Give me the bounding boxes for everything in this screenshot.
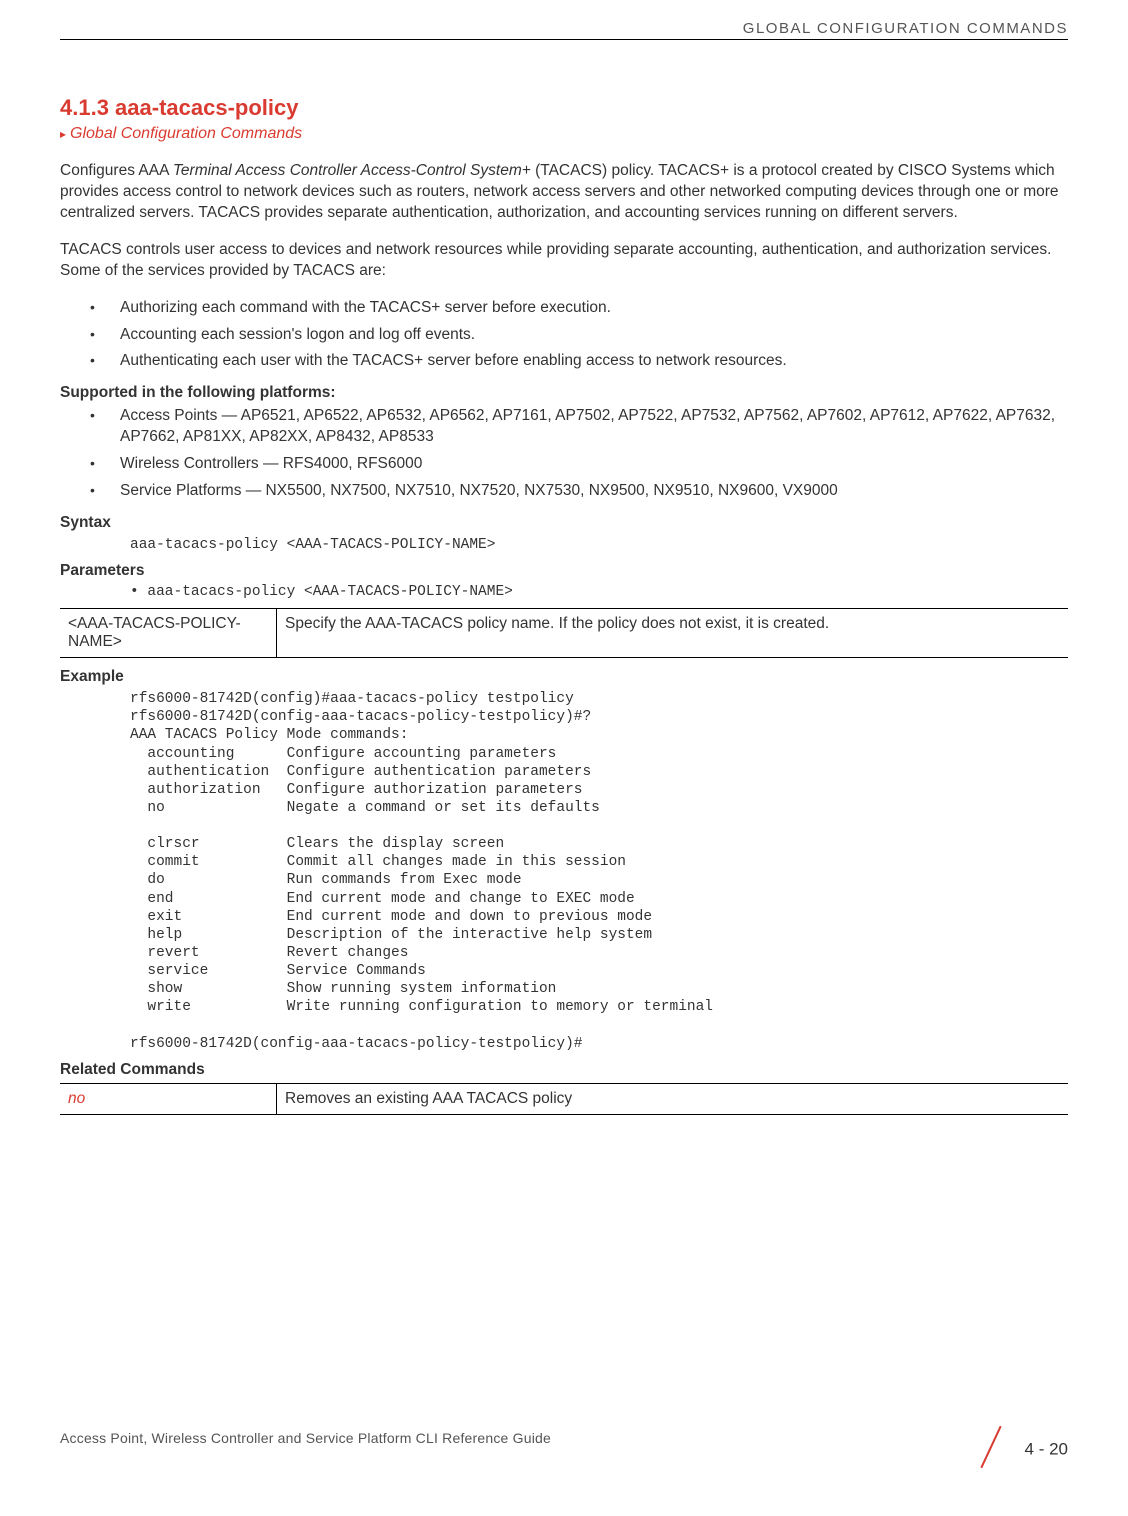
- footer-guide-title: Access Point, Wireless Controller and Se…: [60, 1430, 551, 1446]
- breadcrumb[interactable]: Global Configuration Commands: [60, 125, 1068, 143]
- syntax-head: Syntax: [60, 514, 1068, 532]
- page-footer: 4 - 20 Access Point, Wireless Controller…: [60, 1430, 1068, 1470]
- param-desc-cell: Specify the AAA-TACACS policy name. If t…: [277, 609, 1069, 658]
- slash-icon: [970, 1430, 1020, 1470]
- supported-platforms-head: Supported in the following platforms:: [60, 384, 1068, 402]
- parameters-head: Parameters: [60, 562, 1068, 580]
- parameters-table: <AAA-TACACS-POLICY-NAME> Specify the AAA…: [60, 608, 1068, 658]
- services-list: Authorizing each command with the TACACS…: [60, 298, 1068, 373]
- example-code: rfs6000-81742D(config)#aaa-tacacs-policy…: [130, 690, 1068, 1053]
- related-commands-table: no Removes an existing AAA TACACS policy: [60, 1083, 1068, 1115]
- example-head: Example: [60, 668, 1068, 686]
- platform-item: Access Points — AP6521, AP6522, AP6532, …: [90, 406, 1068, 448]
- syntax-code: aaa-tacacs-policy <AAA-TACACS-POLICY-NAM…: [130, 536, 1068, 554]
- paragraph-services-intro: TACACS controls user access to devices a…: [60, 240, 1068, 282]
- page-header: GLOBAL CONFIGURATION COMMANDS: [60, 20, 1068, 40]
- table-row: no Removes an existing AAA TACACS policy: [60, 1083, 1068, 1114]
- parameters-bullet: • aaa-tacacs-policy <AAA-TACACS-POLICY-N…: [130, 584, 1068, 600]
- related-desc-cell: Removes an existing AAA TACACS policy: [277, 1083, 1069, 1114]
- platform-item: Wireless Controllers — RFS4000, RFS6000: [90, 454, 1068, 475]
- para1-a: Configures AAA: [60, 162, 173, 179]
- services-item: Authorizing each command with the TACACS…: [90, 298, 1068, 319]
- services-item: Authenticating each user with the TACACS…: [90, 351, 1068, 372]
- services-item: Accounting each session's logon and log …: [90, 325, 1068, 346]
- table-row: <AAA-TACACS-POLICY-NAME> Specify the AAA…: [60, 609, 1068, 658]
- supported-platforms-list: Access Points — AP6521, AP6522, AP6532, …: [60, 406, 1068, 502]
- para1-em: Terminal Access Controller Access-Contro…: [173, 162, 531, 179]
- footer-page-number: 4 - 20: [970, 1430, 1068, 1470]
- section-title: 4.1.3 aaa-tacacs-policy: [60, 95, 1068, 121]
- platform-item: Service Platforms — NX5500, NX7500, NX75…: [90, 481, 1068, 502]
- param-name-cell: <AAA-TACACS-POLICY-NAME>: [60, 609, 277, 658]
- page-number-text: 4 - 20: [1025, 1439, 1068, 1458]
- related-cmd-cell[interactable]: no: [60, 1083, 277, 1114]
- paragraph-intro: Configures AAA Terminal Access Controlle…: [60, 161, 1068, 224]
- related-commands-head: Related Commands: [60, 1061, 1068, 1079]
